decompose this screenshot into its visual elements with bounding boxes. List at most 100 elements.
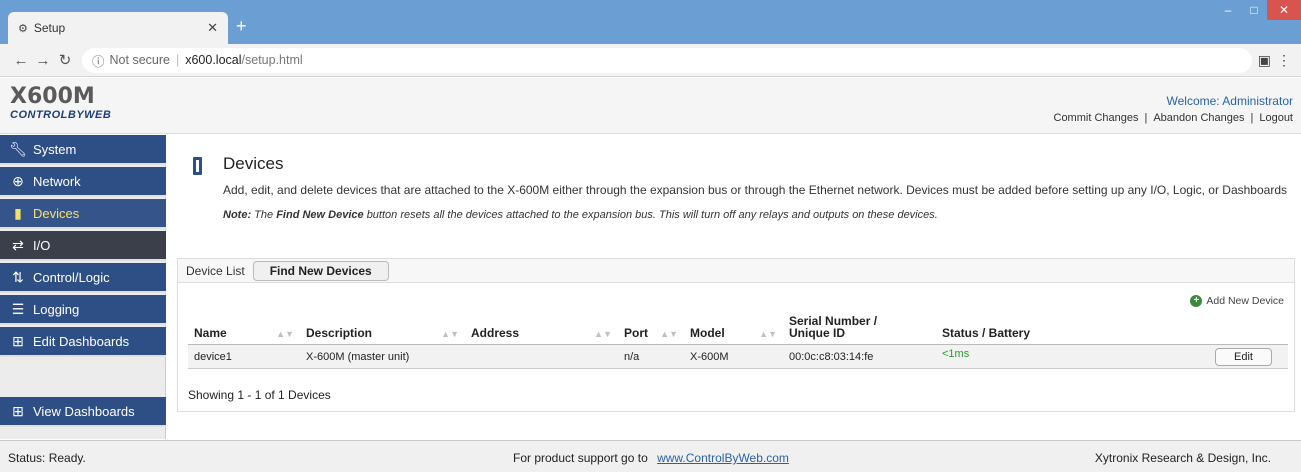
- note-bold: Find New Device: [276, 209, 364, 221]
- note-prefix: Note:: [223, 209, 252, 221]
- url-path: /setup.html: [241, 53, 303, 67]
- welcome-text: Welcome: Administrator: [1166, 94, 1294, 108]
- arrows-icon: ⇄: [12, 236, 24, 253]
- logout-link[interactable]: Logout: [1259, 112, 1293, 124]
- info-icon[interactable]: ⓘ: [92, 51, 105, 70]
- sidebar-item-system[interactable]: 🔧︎ System: [0, 135, 166, 165]
- sidebar-item-label: Devices: [33, 205, 80, 221]
- sort-icon: ▲▼: [594, 329, 612, 339]
- table-header-row: Name ▲▼ Description ▲▼ Address ▲▼ Port ▲▼ Mo…: [188, 311, 1288, 345]
- column-header-status[interactable]: Status / Battery: [936, 311, 1288, 345]
- commit-changes-link[interactable]: Commit Changes: [1054, 112, 1139, 124]
- column-header-model[interactable]: Model ▲▼: [684, 311, 783, 345]
- sort-icon: ▲▼: [441, 329, 459, 339]
- cell-port: n/a: [618, 344, 684, 369]
- table-row[interactable]: device1 X-600M (master unit) n/a X-600M …: [188, 344, 1288, 369]
- sidebar-item-label: Edit Dashboards: [33, 333, 130, 349]
- url-host: x600.local: [185, 53, 242, 67]
- logo-sub: CONTROLBYWEB: [10, 109, 112, 121]
- column-header-address[interactable]: Address ▲▼: [465, 311, 618, 345]
- device-list-panel: Device List Find New Devices + Add New D…: [177, 258, 1295, 412]
- window-controls: – □ ✕: [1215, 0, 1301, 20]
- browser-tab[interactable]: ⚙ Setup ✕: [8, 12, 228, 44]
- sort-icon: ▲▼: [759, 329, 777, 339]
- note-text: button resets all the devices attached t…: [366, 209, 938, 221]
- sidebar-item-label: Control/Logic: [33, 269, 110, 285]
- column-header-serial[interactable]: Serial Number / Unique ID: [783, 311, 936, 345]
- device-icon: ▮: [14, 204, 22, 221]
- logic-icon: ⇅: [12, 268, 24, 285]
- maximize-icon[interactable]: □: [1241, 0, 1267, 20]
- sort-icon: ▲▼: [276, 329, 294, 339]
- sidebar-item-label: System: [33, 141, 77, 157]
- security-label: Not secure: [109, 53, 170, 67]
- panel-tabs: Device List Find New Devices: [178, 259, 1294, 283]
- wrench-icon: 🔧︎: [9, 140, 27, 157]
- support-text: For product support go to www.ControlByW…: [513, 451, 789, 465]
- device-icon: [193, 157, 202, 175]
- sidebar-item-label: I/O: [33, 237, 51, 253]
- status-footer: Status: Ready. For product support go to…: [0, 440, 1301, 472]
- header-links: Commit Changes | Abandon Changes | Logout: [1053, 112, 1294, 124]
- dashboard-icon: ⊞: [12, 402, 24, 419]
- view-dashboards-button[interactable]: ⊞ View Dashboards: [0, 397, 166, 427]
- company-name: Xytronix Research & Design, Inc.: [1094, 451, 1271, 465]
- app-header: X600M CONTROLBYWEB Welcome: Administrato…: [0, 78, 1301, 134]
- url-input[interactable]: ⓘ Not secure | x600.local/setup.html: [82, 47, 1252, 73]
- menu-icon[interactable]: ⋮: [1277, 52, 1291, 69]
- logo-main: X600M: [10, 84, 95, 109]
- url-separator: |: [175, 53, 180, 67]
- forward-icon[interactable]: →: [32, 52, 54, 69]
- page-title: Devices: [223, 154, 284, 173]
- cell-description: X-600M (master unit): [300, 344, 465, 369]
- page-description: Add, edit, and delete devices that are a…: [223, 183, 1287, 197]
- sidebar-item-edit-dashboards[interactable]: ⊞ Edit Dashboards: [0, 327, 166, 357]
- page-note: Note: The Find New Device button resets …: [223, 209, 938, 221]
- status-text: Status: Ready.: [8, 451, 86, 465]
- browser-tab-bar: ⚙ Setup ✕ + – □ ✕: [0, 0, 1301, 44]
- support-link[interactable]: www.ControlByWeb.com: [657, 451, 789, 465]
- window-close-icon[interactable]: ✕: [1267, 0, 1301, 20]
- sidebar-item-logging[interactable]: ☰ Logging: [0, 295, 166, 325]
- edit-button[interactable]: Edit: [1215, 347, 1272, 366]
- sidebar-item-label: Network: [33, 173, 81, 189]
- reload-icon[interactable]: ↻: [54, 51, 76, 69]
- find-new-devices-button[interactable]: Find New Devices: [252, 260, 389, 281]
- sidebar-item-network[interactable]: ⊕ Network: [0, 167, 166, 197]
- sidebar: 🔧︎ System ⊕ Network ▮ Devices ⇄ I/O ⇅ Co…: [0, 135, 166, 439]
- add-new-device-label: Add New Device: [1206, 295, 1284, 307]
- logo: X600M CONTROLBYWEB: [10, 84, 111, 121]
- sort-icon: ▲▼: [660, 329, 678, 339]
- sidebar-item-control-logic[interactable]: ⇅ Control/Logic: [0, 263, 166, 293]
- gear-icon: ⚙: [18, 22, 28, 35]
- column-header-description[interactable]: Description ▲▼: [300, 311, 465, 345]
- add-new-device-button[interactable]: + Add New Device: [1190, 295, 1284, 307]
- sidebar-item-label: Logging: [33, 301, 80, 317]
- address-bar: ← → ↻ ⓘ Not secure | x600.local/setup.ht…: [0, 44, 1301, 77]
- abandon-changes-link[interactable]: Abandon Changes: [1153, 112, 1244, 124]
- new-tab-icon[interactable]: +: [236, 16, 247, 37]
- minimize-icon[interactable]: –: [1215, 0, 1241, 20]
- sidebar-item-devices[interactable]: ▮ Devices: [0, 199, 166, 229]
- tab-title: Setup: [33, 21, 66, 35]
- column-header-name[interactable]: Name ▲▼: [188, 311, 300, 345]
- column-header-port[interactable]: Port ▲▼: [618, 311, 684, 345]
- devices-table: Name ▲▼ Description ▲▼ Address ▲▼ Port ▲▼ Mo…: [188, 311, 1288, 369]
- cell-model: X-600M: [684, 344, 783, 369]
- sidebar-item-io[interactable]: ⇄ I/O: [0, 231, 166, 261]
- plus-icon: +: [1190, 295, 1203, 307]
- log-icon: ☰: [11, 300, 25, 317]
- back-icon[interactable]: ←: [10, 52, 32, 69]
- cell-address: [465, 344, 618, 369]
- pagination-info: Showing 1 - 1 of 1 Devices: [188, 388, 331, 402]
- close-icon[interactable]: ✕: [207, 20, 218, 36]
- main-content: Devices Add, edit, and delete devices th…: [167, 135, 1301, 439]
- cell-name: device1: [188, 344, 300, 369]
- cell-status: <1ms Edit: [936, 344, 1288, 369]
- extension-icon[interactable]: ▣: [1258, 52, 1271, 69]
- dashboard-icon: ⊞: [12, 332, 24, 349]
- globe-icon: ⊕: [12, 172, 24, 189]
- cell-serial: 00:0c:c8:03:14:fe: [783, 344, 936, 369]
- tab-device-list[interactable]: Device List: [186, 264, 245, 278]
- status-value: <1ms: [942, 347, 970, 360]
